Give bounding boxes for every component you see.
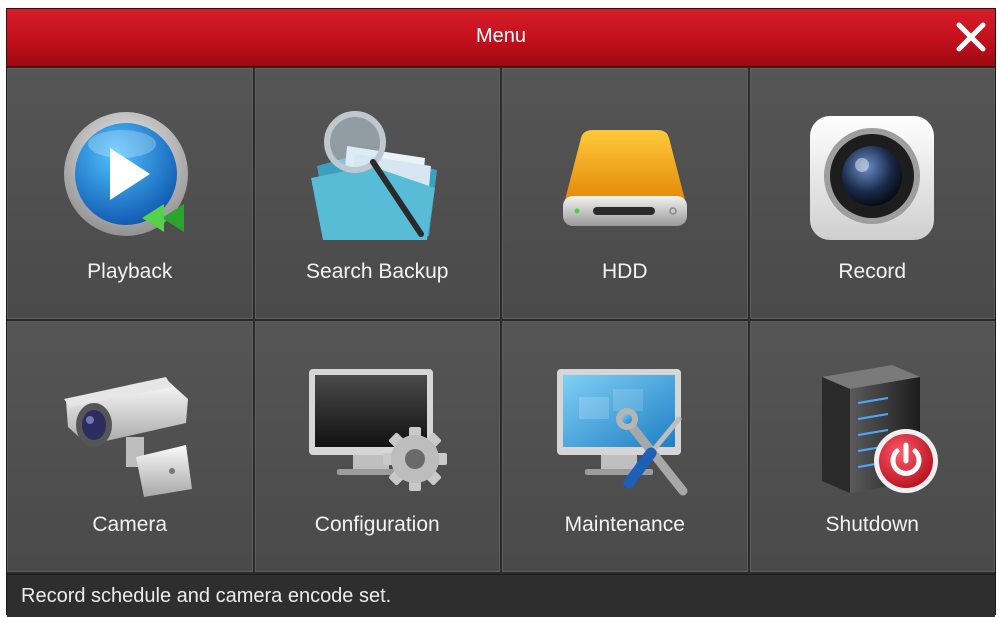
menu-grid: Playback Search Backup HDD Record Camera… [7,68,995,572]
configuration-icon [309,369,448,491]
hdd-tile[interactable]: HDD [502,68,748,319]
status-text: Record schedule and camera encode set. [21,585,392,607]
tile-label-configuration: Configuration [314,513,440,536]
record-tile[interactable]: Record [749,68,995,319]
maintenance-tile[interactable]: Maintenance [502,321,748,572]
tile-label-shutdown: Shutdown [825,513,919,536]
tile-label-camera: Camera [92,513,168,536]
shutdown-icon [822,365,939,493]
tile-label-hdd: HDD [602,260,648,283]
tile-label-playback: Playback [87,260,173,283]
tile-label-search-backup: Search Backup [306,260,449,283]
hdd-icon [562,130,687,226]
close-icon[interactable] [953,19,989,55]
search-backup-icon [311,111,438,240]
window-title: Menu [475,25,527,47]
shutdown-tile[interactable]: Shutdown [749,321,995,572]
maintenance-icon [556,369,688,496]
playback-icon [63,112,188,236]
menu-window: Menu Playback Search Backup HDD Record C… [6,8,996,617]
search-backup-tile[interactable]: Search Backup [254,68,500,319]
record-icon [810,116,935,240]
camera-tile[interactable]: Camera [7,321,253,572]
tile-label-record: Record [838,260,907,283]
tile-label-maintenance: Maintenance [564,513,685,536]
camera-icon [63,377,192,497]
playback-tile[interactable]: Playback [7,68,253,319]
configuration-tile[interactable]: Configuration [254,321,500,572]
title-bar: Menu [7,9,995,67]
status-bar: Record schedule and camera encode set. [7,574,995,617]
